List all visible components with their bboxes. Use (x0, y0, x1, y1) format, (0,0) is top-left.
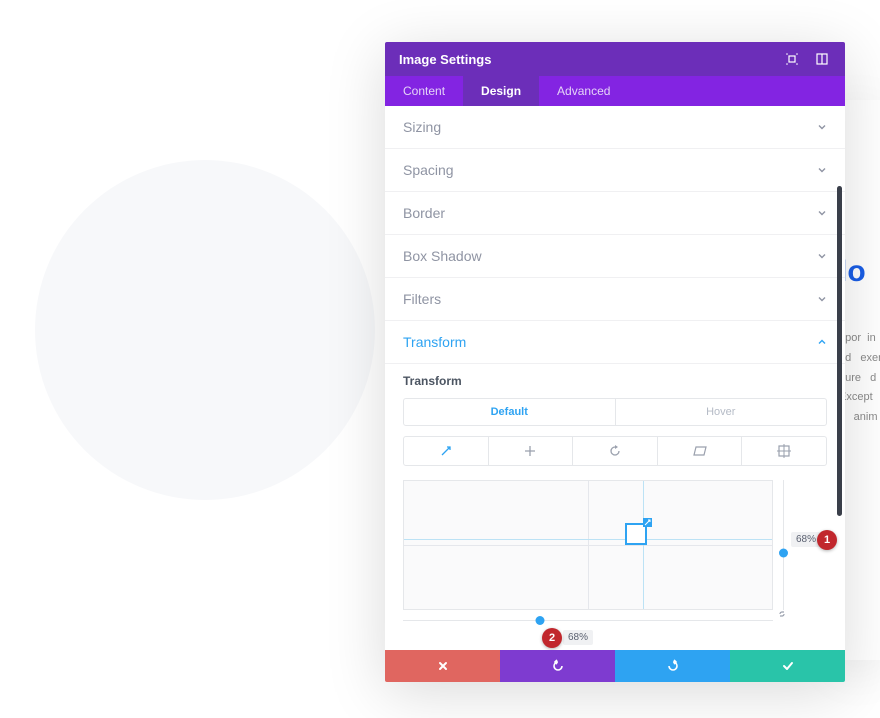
slider-track (403, 620, 773, 621)
transform-body: Transform Default Hover (385, 364, 845, 650)
section-label: Filters (403, 291, 817, 307)
annotation-marker-2: 2 (542, 628, 562, 648)
transform-canvas[interactable] (403, 480, 773, 610)
tab-content[interactable]: Content (385, 76, 463, 106)
layout-icon[interactable] (813, 50, 831, 68)
section-spacing[interactable]: Spacing (385, 149, 845, 192)
tool-rotate-icon[interactable] (572, 437, 657, 465)
tool-scale-icon[interactable] (404, 437, 488, 465)
link-axes-icon[interactable] (776, 608, 790, 622)
horizontal-value[interactable]: 68% (563, 630, 593, 645)
chevron-down-icon (817, 165, 827, 175)
sections-scroll: Sizing Spacing Border Box Shadow Filters… (385, 106, 845, 650)
guide-horizontal (404, 539, 772, 540)
slider-thumb[interactable] (535, 616, 544, 625)
chevron-down-icon (817, 294, 827, 304)
slider-thumb[interactable] (779, 548, 788, 557)
vertical-slider[interactable] (779, 480, 789, 610)
scrollbar[interactable] (837, 186, 842, 516)
chevron-down-icon (817, 122, 827, 132)
chevron-up-icon (817, 337, 827, 347)
state-tabs: Default Hover (403, 398, 827, 426)
resize-handle-icon[interactable] (643, 518, 652, 527)
save-button[interactable] (730, 650, 845, 682)
footer-bar (385, 650, 845, 682)
cancel-button[interactable] (385, 650, 500, 682)
tab-advanced[interactable]: Advanced (539, 76, 628, 106)
state-tab-default[interactable]: Default (404, 399, 615, 425)
section-filters[interactable]: Filters (385, 278, 845, 321)
section-border[interactable]: Border (385, 192, 845, 235)
section-label: Sizing (403, 119, 817, 135)
section-label: Transform (403, 334, 817, 350)
slider-track (783, 480, 784, 610)
tabs: Content Design Advanced (385, 76, 845, 106)
section-label: Border (403, 205, 817, 221)
grid-horizontal (404, 545, 772, 546)
transform-tool-row (403, 436, 827, 466)
redo-button[interactable] (615, 650, 730, 682)
chevron-down-icon (817, 251, 827, 261)
panel-header: Image Settings (385, 42, 845, 76)
tool-translate-icon[interactable] (488, 437, 573, 465)
tab-design[interactable]: Design (463, 76, 539, 106)
chevron-down-icon (817, 208, 827, 218)
horizontal-slider[interactable] (403, 616, 773, 626)
undo-button[interactable] (500, 650, 615, 682)
transform-canvas-wrap: 68% 68% 1 2 (403, 480, 827, 648)
transform-sublabel: Transform (403, 374, 827, 388)
transform-box[interactable] (625, 523, 647, 545)
expand-icon[interactable] (783, 50, 801, 68)
section-label: Box Shadow (403, 248, 817, 264)
settings-panel: Image Settings Content Design Advanced S… (385, 42, 845, 682)
state-tab-hover[interactable]: Hover (615, 399, 827, 425)
background-circle (35, 160, 375, 500)
annotation-marker-1: 1 (817, 530, 837, 550)
section-transform[interactable]: Transform (385, 321, 845, 364)
section-box-shadow[interactable]: Box Shadow (385, 235, 845, 278)
tool-origin-icon[interactable] (741, 437, 826, 465)
section-sizing[interactable]: Sizing (385, 106, 845, 149)
tool-skew-icon[interactable] (657, 437, 742, 465)
panel-title: Image Settings (399, 52, 771, 67)
section-label: Spacing (403, 162, 817, 178)
